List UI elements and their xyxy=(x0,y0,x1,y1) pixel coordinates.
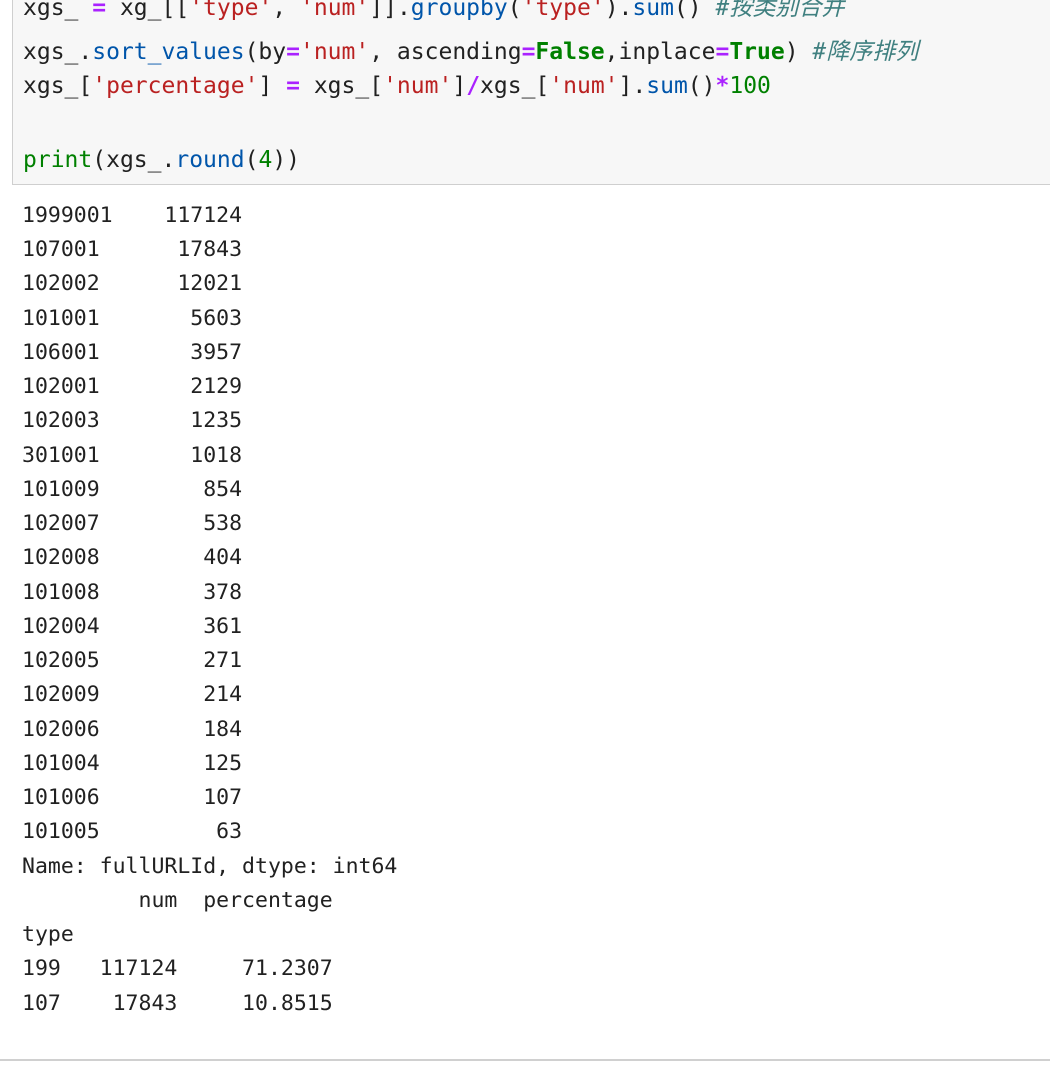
cell-output-area: 1999001 117124 107001 17843 102002 12021… xyxy=(0,185,1050,1059)
series-row: 102008 404 xyxy=(22,545,243,570)
series-row: 106001 3957 xyxy=(22,340,243,365)
dataframe-header: num percentage xyxy=(22,888,333,913)
series-row: 101006 107 xyxy=(22,785,243,810)
series-row: 101009 854 xyxy=(22,477,243,502)
dataframe-index-name: type xyxy=(22,922,74,947)
code-line-2: xgs_.sort_values(by='num', ascending=Fal… xyxy=(23,39,919,65)
series-row: 107001 17843 xyxy=(22,237,243,262)
dataframe-row: 107 17843 10.8515 xyxy=(22,991,333,1016)
series-row: 102005 271 xyxy=(22,648,243,673)
series-row: 102003 1235 xyxy=(22,408,243,433)
series-row: 101005 63 xyxy=(22,819,243,844)
series-row: 101004 125 xyxy=(22,751,243,776)
series-row: 1999001 117124 xyxy=(22,203,243,228)
series-row: 301001 1018 xyxy=(22,443,243,468)
code-line-5: print(xgs_.round(4)) xyxy=(23,147,301,173)
series-row: 101008 378 xyxy=(22,580,243,605)
series-row: 102007 538 xyxy=(22,511,243,536)
series-row: 102002 12021 xyxy=(22,271,243,296)
code-line-1: xgs_ = xg_[['type', 'num']].groupby('typ… xyxy=(23,0,845,21)
series-row: 102001 2129 xyxy=(22,374,243,399)
code-line-3: xgs_['percentage'] = xgs_['num']/xgs_['n… xyxy=(23,73,771,99)
series-row: 102009 214 xyxy=(22,682,243,707)
series-footer: Name: fullURLId, dtype: int64 xyxy=(22,854,398,879)
series-row: 101001 5603 xyxy=(22,306,243,331)
output-bottom-divider xyxy=(0,1059,1050,1061)
series-row: 102006 184 xyxy=(22,717,243,742)
code-cell-input[interactable]: xgs_ = xg_[['type', 'num']].groupby('typ… xyxy=(12,0,1050,185)
series-row: 102004 361 xyxy=(22,614,243,639)
dataframe-row: 199 117124 71.2307 xyxy=(22,956,333,981)
